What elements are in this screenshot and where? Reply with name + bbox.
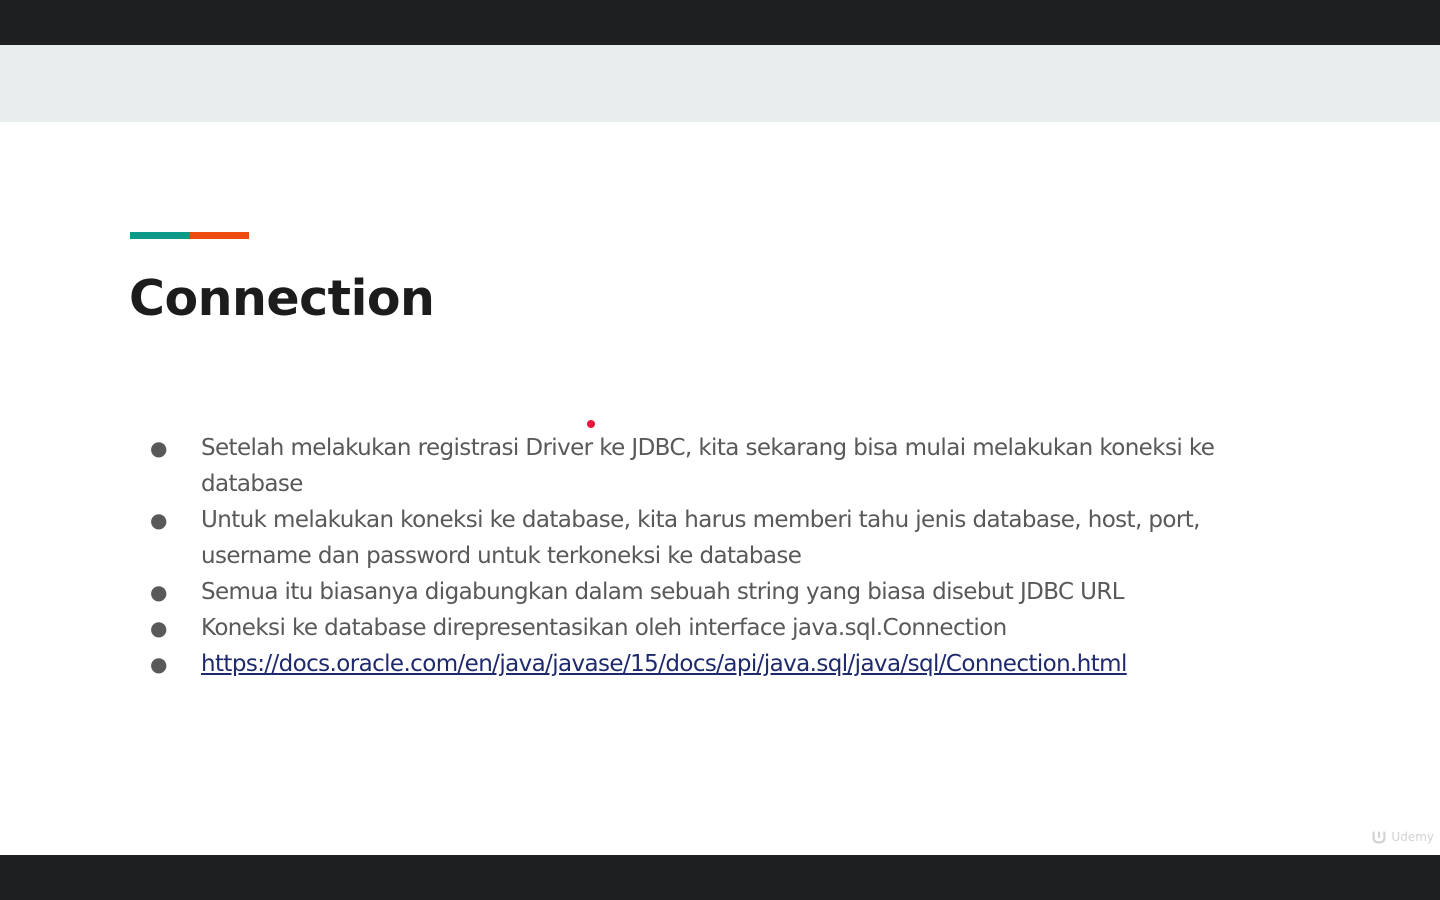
bullet-text: Koneksi ke database direpresentasikan ol… xyxy=(201,615,1007,641)
udemy-logo-icon xyxy=(1372,831,1386,844)
bullet-list: ● Setelah melakukan registrasi Driver ke… xyxy=(150,430,1270,682)
bullet-item: ● https://docs.oracle.com/en/java/javase… xyxy=(150,646,1270,682)
bullet-text: Untuk melakukan koneksi ke database, kit… xyxy=(201,507,1200,569)
accent-bar-orange xyxy=(190,232,249,239)
bullet-text: Setelah melakukan registrasi Driver ke J… xyxy=(201,435,1215,497)
bullet-item: ● Setelah melakukan registrasi Driver ke… xyxy=(150,430,1270,502)
video-letterbox-top xyxy=(0,0,1440,45)
slide-title: Connection xyxy=(129,270,435,327)
laser-pointer-dot xyxy=(587,420,595,428)
bullet-dot: ● xyxy=(150,436,167,460)
title-accent-bar xyxy=(130,232,249,239)
docs-link[interactable]: https://docs.oracle.com/en/java/javase/1… xyxy=(201,651,1127,677)
accent-bar-teal xyxy=(130,232,190,239)
udemy-watermark: Udemy xyxy=(1370,828,1434,846)
bullet-dot: ● xyxy=(150,616,167,640)
watermark-text: Udemy xyxy=(1391,830,1434,844)
bullet-item: ● Semua itu biasanya digabungkan dalam s… xyxy=(150,574,1270,610)
bullet-dot: ● xyxy=(150,580,167,604)
video-letterbox-bottom xyxy=(0,855,1440,900)
bullet-text: Semua itu biasanya digabungkan dalam seb… xyxy=(201,579,1125,605)
bullet-item: ● Untuk melakukan koneksi ke database, k… xyxy=(150,502,1270,574)
slide-header-band xyxy=(0,45,1440,122)
presentation-slide: Connection ● Setelah melakukan registras… xyxy=(0,45,1440,855)
bullet-dot: ● xyxy=(150,652,167,676)
bullet-dot: ● xyxy=(150,508,167,532)
bullet-item: ● Koneksi ke database direpresentasikan … xyxy=(150,610,1270,646)
